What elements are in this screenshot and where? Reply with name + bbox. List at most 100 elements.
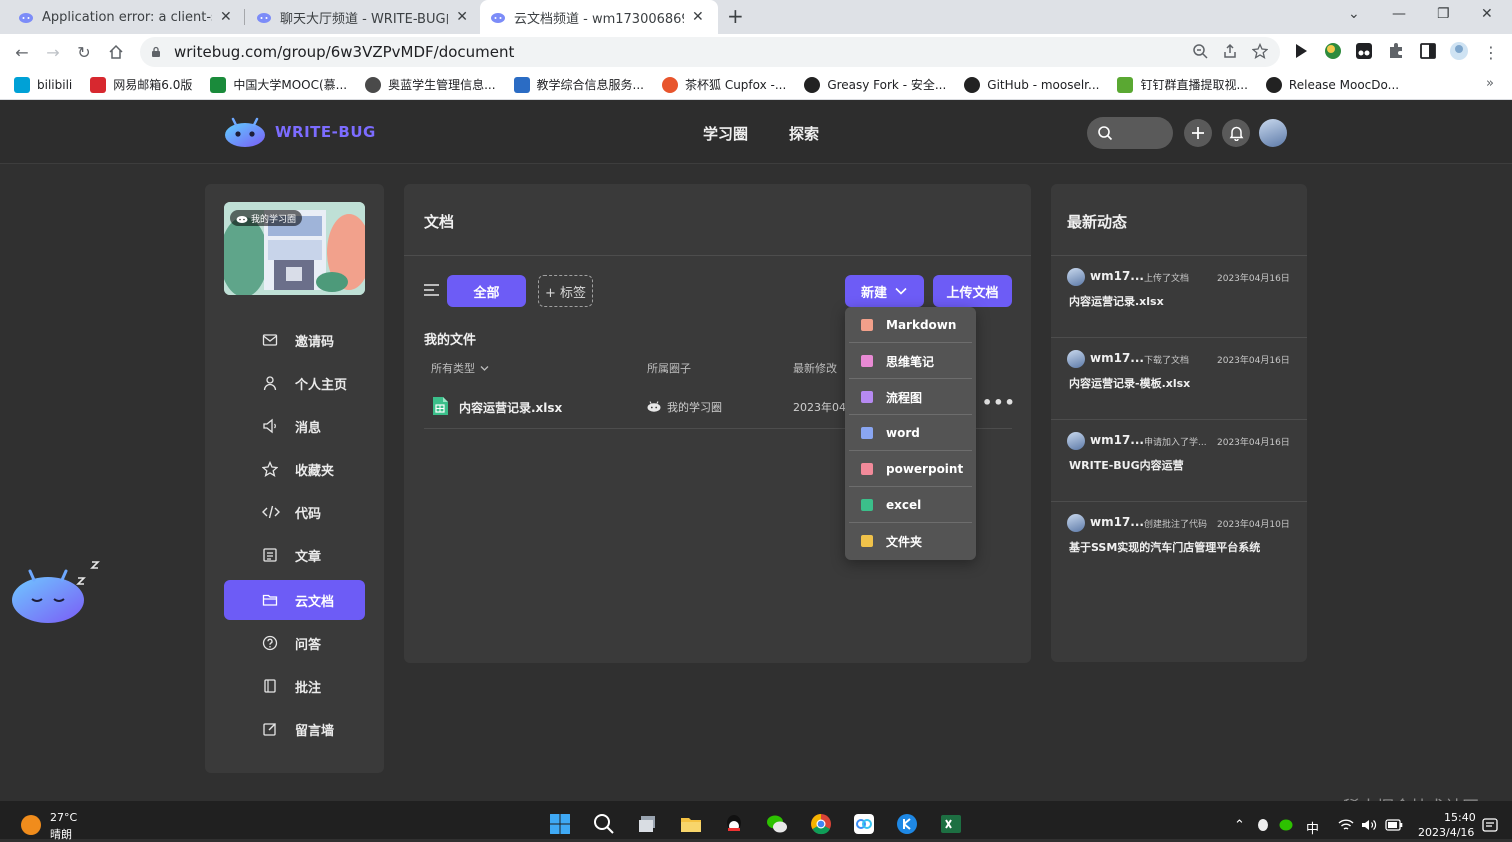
bookmark-item[interactable]: 网易邮箱6.0版 — [90, 76, 192, 93]
browser-tab-2[interactable]: 聊天大厅频道 - WRITE-BUG内容 ✕ — [246, 0, 478, 34]
sidebar-item-profile[interactable]: 个人主页 — [224, 363, 365, 403]
file-group[interactable]: 我的学习圈 — [667, 399, 722, 415]
weather-description[interactable]: 晴朗 — [50, 826, 72, 842]
bookmark-item[interactable]: bilibili — [14, 76, 72, 93]
excel-app-icon[interactable] — [940, 813, 962, 835]
input-method-indicator[interactable]: 中 — [1306, 818, 1319, 837]
tampermonkey-extension-icon[interactable] — [1354, 41, 1374, 61]
avatar[interactable] — [1067, 514, 1085, 532]
reload-icon[interactable]: ↻ — [74, 42, 94, 62]
back-arrow-icon[interactable]: ← — [12, 42, 32, 62]
bookmark-item[interactable]: Release MoocDo... — [1265, 76, 1399, 93]
tab-search-chevron-icon[interactable]: ⌄ — [1348, 6, 1360, 22]
activity-item[interactable]: wm17... 下载了文档 2023年04月16日 内容运营记录-模板.xlsx — [1051, 338, 1307, 420]
bookmark-item[interactable]: 茶杯狐 Cupfox -... — [662, 76, 786, 93]
wifi-icon[interactable] — [1338, 818, 1354, 832]
notifications-button[interactable] — [1222, 119, 1250, 147]
play-extension-icon[interactable] — [1291, 41, 1311, 61]
qq-icon[interactable] — [723, 813, 745, 835]
profile-avatar-icon[interactable] — [1449, 41, 1469, 61]
activity-user[interactable]: wm17... — [1090, 433, 1144, 447]
tray-qq-icon[interactable] — [1256, 818, 1270, 832]
new-markdown-option[interactable]: Markdown — [849, 309, 972, 341]
wechat-icon[interactable] — [766, 813, 788, 835]
weather-sun-icon[interactable] — [21, 815, 41, 835]
browser-tab-3-active[interactable]: 云文档频道 - wm17300686926 ✕ — [480, 0, 718, 34]
minimize-icon[interactable]: — — [1392, 6, 1406, 22]
tab-close-icon[interactable]: ✕ — [692, 9, 704, 25]
volume-icon[interactable] — [1361, 818, 1377, 832]
upload-document-button[interactable]: 上传文档 — [933, 275, 1012, 307]
file-name[interactable]: 内容运营记录.xlsx — [459, 399, 562, 416]
search-icon[interactable] — [593, 813, 615, 835]
forward-arrow-icon[interactable]: → — [43, 42, 63, 62]
k-app-icon[interactable] — [896, 813, 918, 835]
new-powerpoint-option[interactable]: powerpoint — [849, 453, 972, 485]
bookmark-star-icon[interactable] — [1252, 43, 1268, 59]
tray-overflow-icon[interactable]: ⌃ — [1234, 818, 1245, 833]
avatar[interactable] — [1067, 350, 1085, 368]
study-circle-banner[interactable]: 我的学习圈 — [224, 202, 365, 295]
activity-target[interactable]: WRITE-BUG内容运营 — [1069, 457, 1184, 473]
brand-name[interactable]: WRITE-BUG — [275, 123, 376, 141]
avatar[interactable] — [1067, 432, 1085, 450]
new-word-option[interactable]: word — [849, 417, 972, 449]
share-icon[interactable] — [1222, 43, 1238, 59]
bookmark-item[interactable]: 钉钉群直播提取视... — [1117, 76, 1248, 93]
activity-item[interactable]: wm17... 申请加入了学... 2023年04月16日 WRITE-BUG内… — [1051, 420, 1307, 502]
nav-explore[interactable]: 探索 — [789, 123, 819, 144]
column-modified[interactable]: 最新修改 — [793, 360, 837, 376]
windows-start-icon[interactable] — [549, 813, 571, 835]
baidu-netdisk-icon[interactable] — [853, 813, 875, 835]
activity-user[interactable]: wm17... — [1090, 351, 1144, 365]
notification-center-icon[interactable] — [1482, 818, 1498, 834]
new-flowchart-option[interactable]: 流程图 — [849, 381, 972, 413]
more-options-icon[interactable]: ••• — [982, 393, 1016, 412]
activity-user[interactable]: wm17... — [1090, 515, 1144, 529]
address-bar[interactable]: writebug.com/group/6w3VZPvMDF/document — [140, 37, 1280, 67]
zoom-icon[interactable] — [1192, 43, 1208, 59]
sidebar-item-code[interactable]: 代码 — [224, 492, 365, 532]
floating-mascot-icon[interactable] — [8, 556, 104, 628]
home-icon[interactable] — [106, 42, 126, 62]
new-excel-option[interactable]: excel — [849, 489, 972, 521]
activity-target[interactable]: 内容运营记录.xlsx — [1069, 293, 1164, 309]
weather-temperature[interactable]: 27°C — [50, 811, 77, 824]
bookmark-item[interactable]: GitHub - mooselr... — [964, 76, 1099, 93]
puzzle-extensions-icon[interactable] — [1386, 41, 1406, 61]
battery-icon[interactable] — [1385, 819, 1403, 831]
site-search-input[interactable] — [1087, 117, 1173, 149]
new-tab-plus-icon[interactable]: + — [727, 4, 744, 28]
sidebar-item-messages[interactable]: 消息 — [224, 406, 365, 446]
activity-item[interactable]: wm17... 创建批注了代码 2023年04月10日 基于SSM实现的汽车门店… — [1051, 502, 1307, 584]
activity-target[interactable]: 基于SSM实现的汽车门店管理平台系统 — [1069, 539, 1260, 555]
list-menu-icon[interactable] — [423, 282, 440, 298]
add-tag-button[interactable]: + 标签 — [538, 275, 593, 307]
user-avatar[interactable] — [1259, 119, 1287, 147]
writebug-logo-icon[interactable] — [224, 116, 266, 148]
browser-menu-icon[interactable]: ⋮ — [1481, 42, 1501, 62]
activity-item[interactable]: wm17... 上传了文档 2023年04月16日 内容运营记录.xlsx — [1051, 256, 1307, 338]
filter-all-button[interactable]: 全部 — [447, 275, 526, 307]
clock-date[interactable]: 2023/4/16 — [1418, 826, 1474, 839]
column-type-filter[interactable]: 所有类型 — [431, 360, 490, 376]
sidebar-item-qa[interactable]: 问答 — [224, 623, 365, 663]
task-view-icon[interactable] — [637, 813, 659, 835]
new-mindnote-option[interactable]: 思维笔记 — [849, 345, 972, 377]
tab-close-icon[interactable]: ✕ — [456, 9, 468, 25]
side-panel-icon[interactable] — [1418, 41, 1438, 61]
bookmark-item[interactable]: Greasy Fork - 安全... — [804, 76, 946, 93]
sidebar-item-articles[interactable]: 文章 — [224, 535, 365, 575]
sidebar-item-cloud-docs[interactable]: 云文档 — [224, 580, 365, 620]
clock-time[interactable]: 15:40 — [1444, 811, 1476, 824]
bookmark-item[interactable]: 教学综合信息服务... — [513, 76, 644, 93]
nav-study-circle[interactable]: 学习圈 — [703, 123, 748, 144]
tray-wechat-icon[interactable] — [1279, 818, 1295, 832]
tab-close-icon[interactable]: ✕ — [220, 9, 232, 25]
file-explorer-icon[interactable] — [680, 813, 702, 835]
new-folder-option[interactable]: 文件夹 — [849, 525, 972, 557]
chrome-icon[interactable] — [810, 813, 832, 835]
activity-target[interactable]: 内容运营记录-模板.xlsx — [1069, 375, 1190, 391]
avatar[interactable] — [1067, 268, 1085, 286]
bookmarks-overflow-icon[interactable]: » — [1486, 76, 1494, 91]
